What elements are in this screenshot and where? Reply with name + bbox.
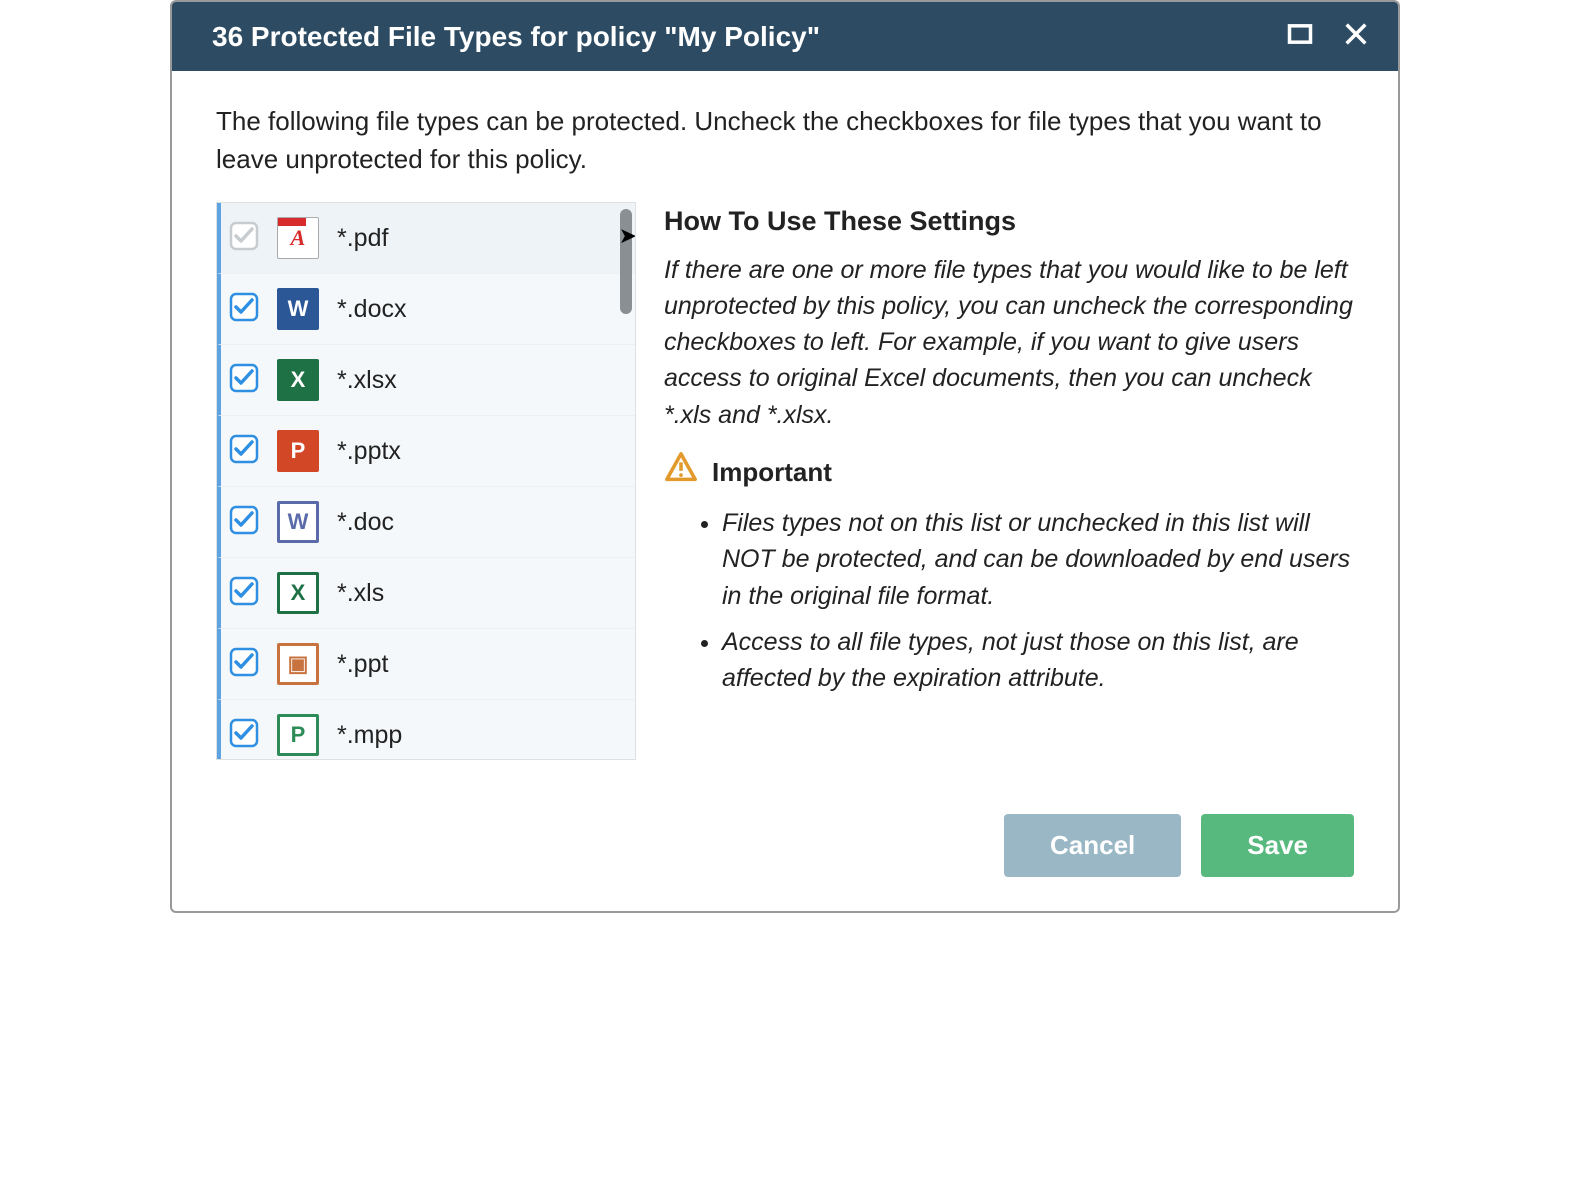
save-button[interactable]: Save — [1201, 814, 1354, 877]
dialog: 36 Protected File Types for policy "My P… — [170, 0, 1400, 913]
file-type-extension: *.ppt — [337, 650, 388, 679]
file-type-icon: X — [277, 572, 319, 614]
dialog-content: The following file types can be protecte… — [172, 71, 1398, 788]
titlebar-controls — [1286, 20, 1370, 53]
close-icon[interactable] — [1342, 20, 1370, 53]
file-type-list-panel: A *.pdf W *.docx X *.xlsx P *.pptx W *.doc X *.xls ▣… — [216, 202, 636, 760]
important-item: Access to all file types, not just those… — [722, 624, 1354, 697]
file-type-icon: W — [277, 501, 319, 543]
file-type-row[interactable]: W *.docx — [217, 274, 635, 345]
file-type-row[interactable]: W *.doc — [217, 487, 635, 558]
file-type-icon: X — [277, 359, 319, 401]
file-type-row[interactable]: X *.xls — [217, 558, 635, 629]
file-type-checkbox[interactable] — [229, 292, 259, 327]
file-type-checkbox — [229, 221, 259, 256]
file-type-row[interactable]: P *.mpp — [217, 700, 635, 760]
file-type-checkbox[interactable] — [229, 363, 259, 398]
file-type-row[interactable]: P *.pptx — [217, 416, 635, 487]
important-list: Files types not on this list or unchecke… — [664, 505, 1354, 696]
file-type-checkbox[interactable] — [229, 576, 259, 611]
file-type-checkbox[interactable] — [229, 718, 259, 753]
important-item: Files types not on this list or unchecke… — [722, 505, 1354, 614]
intro-text: The following file types can be protecte… — [216, 103, 1354, 178]
warning-icon — [664, 451, 698, 495]
dialog-footer: Cancel Save — [172, 788, 1398, 911]
file-type-row[interactable]: A *.pdf — [217, 203, 635, 274]
scrollbar-thumb[interactable] — [620, 209, 632, 314]
maximize-icon[interactable] — [1286, 20, 1314, 53]
file-type-extension: *.mpp — [337, 721, 402, 750]
important-header: Important — [664, 451, 1354, 495]
file-type-checkbox[interactable] — [229, 647, 259, 682]
important-label: Important — [712, 454, 832, 492]
file-type-icon: ▣ — [277, 643, 319, 685]
file-type-extension: *.pdf — [337, 224, 388, 253]
body-split: A *.pdf W *.docx X *.xlsx P *.pptx W *.doc X *.xls ▣… — [216, 202, 1354, 760]
file-type-extension: *.pptx — [337, 437, 401, 466]
file-type-extension: *.xlsx — [337, 366, 397, 395]
file-type-row[interactable]: X *.xlsx — [217, 345, 635, 416]
file-type-icon: W — [277, 288, 319, 330]
help-panel: How To Use These Settings If there are o… — [664, 202, 1354, 760]
file-type-checkbox[interactable] — [229, 434, 259, 469]
file-type-icon: P — [277, 714, 319, 756]
file-type-icon: A — [277, 217, 319, 259]
dialog-title: 36 Protected File Types for policy "My P… — [212, 21, 820, 53]
file-type-checkbox[interactable] — [229, 505, 259, 540]
file-type-list: A *.pdf W *.docx X *.xlsx P *.pptx W *.doc X *.xls ▣… — [217, 203, 635, 760]
file-type-extension: *.xls — [337, 579, 384, 608]
cancel-button[interactable]: Cancel — [1004, 814, 1181, 877]
file-type-extension: *.doc — [337, 508, 394, 537]
help-heading: How To Use These Settings — [664, 202, 1354, 241]
file-type-row[interactable]: ▣ *.ppt — [217, 629, 635, 700]
titlebar: 36 Protected File Types for policy "My P… — [172, 2, 1398, 71]
file-type-icon: P — [277, 430, 319, 472]
help-description: If there are one or more file types that… — [664, 252, 1354, 433]
file-type-extension: *.docx — [337, 295, 406, 324]
